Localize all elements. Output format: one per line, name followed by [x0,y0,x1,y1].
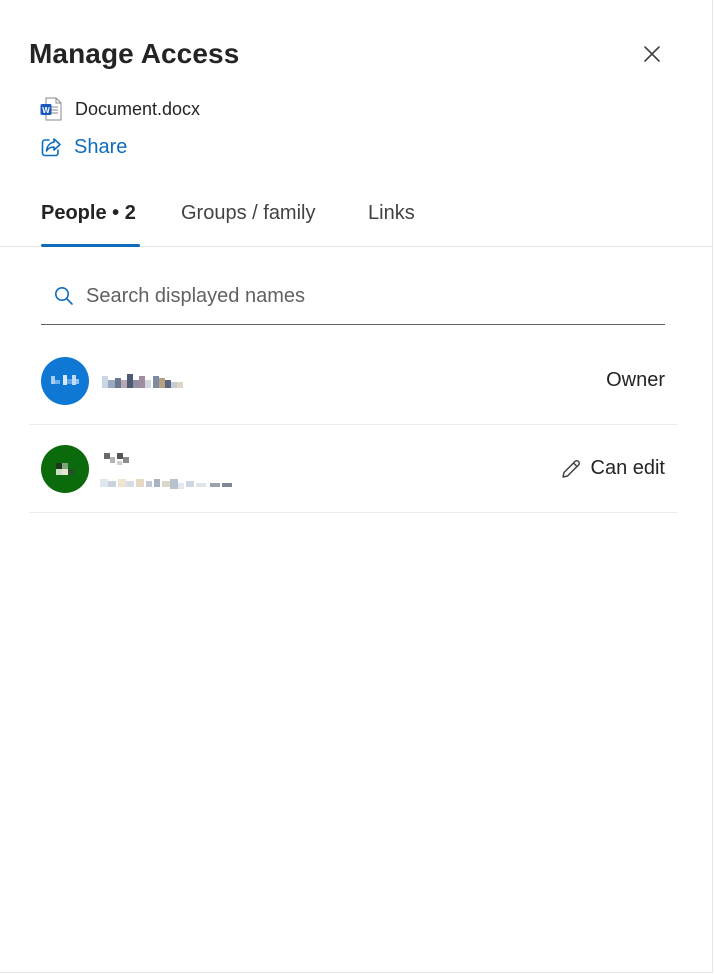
access-tabs: People • 2 Groups / family Links [0,193,713,247]
role-button-can-edit[interactable]: Can edit [560,457,666,480]
svg-text:W: W [42,106,50,115]
close-button[interactable] [636,38,668,70]
file-name: Document.docx [75,98,201,119]
share-icon [41,138,61,157]
redacted-name [104,453,129,465]
avatar-initials-redacted [56,462,74,475]
person-row-editor[interactable]: Can edit [29,425,677,513]
search-box [41,268,665,325]
pencil-icon [560,458,582,480]
share-label: Share [74,135,128,158]
panel-title: Manage Access [29,38,240,69]
role-label-owner: Owner [606,369,665,392]
word-doc-icon: W [40,97,62,121]
avatar [41,356,89,405]
redacted-name [102,374,183,388]
avatar-initials-redacted [51,374,79,385]
search-input[interactable] [86,284,626,308]
manage-access-panel: Manage Access W Document.docx Share Peop… [0,0,713,973]
tab-groups-family[interactable]: Groups / family [181,193,315,247]
redacted-email [100,479,232,489]
role-text: Owner [606,369,665,391]
tab-people[interactable]: People • 2 [41,193,140,247]
role-text: Can edit [590,457,666,479]
avatar [41,444,89,493]
file-info: W Document.docx [40,96,200,122]
search-icon [54,286,74,306]
tab-links[interactable]: Links [368,193,415,247]
person-row-owner[interactable]: Owner [29,337,677,425]
share-button[interactable]: Share [40,133,127,161]
close-icon [644,46,660,62]
